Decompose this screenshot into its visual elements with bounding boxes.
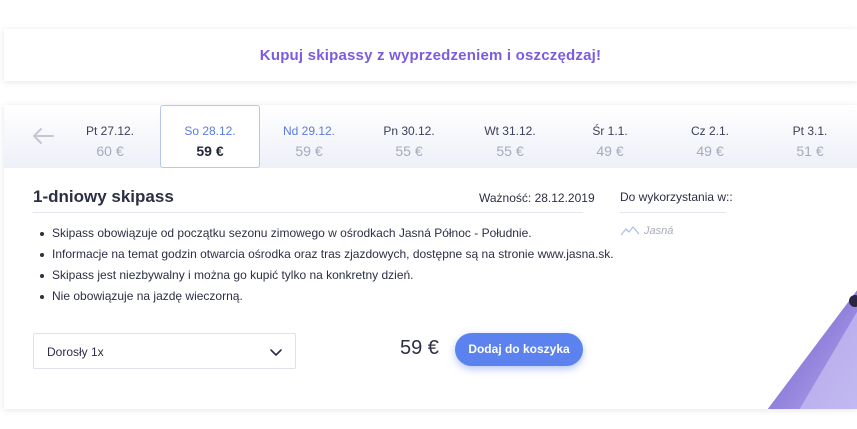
date-label: Cz 2.1. [690, 124, 729, 138]
date-price: 60 € [96, 143, 124, 159]
date-label: Pt 3.1. [792, 124, 828, 138]
usage-title: Do wykorzystania w:: [620, 190, 733, 204]
chevron-down-icon [270, 349, 282, 356]
decorative-ski-image [767, 290, 857, 409]
date-label: Pt 27.12. [85, 124, 135, 138]
list-item: Skipass jest niezbywalny i można go kupi… [40, 265, 614, 286]
date-option[interactable]: Pt 3.1. 51 € [760, 105, 857, 168]
product-price: 59 € [400, 337, 439, 359]
date-label: Nd 29.12. [282, 124, 336, 138]
date-label: So 28.12. [184, 124, 236, 138]
date-price: 49 € [696, 143, 724, 159]
date-option[interactable]: Wt 31.12. 55 € [460, 105, 560, 168]
date-price: 55 € [395, 143, 423, 159]
date-price: 59 € [196, 143, 224, 159]
date-option[interactable]: Śr 1.1. 49 € [560, 105, 660, 168]
date-option[interactable]: Nd 29.12. 59 € [259, 105, 359, 168]
date-label: Śr 1.1. [592, 124, 628, 138]
date-option-selected[interactable]: So 28.12. 59 € [160, 105, 260, 168]
mountain-icon [620, 226, 640, 236]
date-price: 55 € [496, 143, 524, 159]
date-price: 51 € [796, 143, 824, 159]
list-item: Informacje na temat godzin otwarcia ośro… [40, 244, 614, 265]
list-item: Skipass obowiązuje od początku sezonu zi… [40, 223, 614, 244]
resort-item[interactable]: Jasná [620, 225, 673, 237]
product-info-list: Skipass obowiązuje od początku sezonu zi… [40, 223, 614, 307]
banner-text: Kupuj skipassy z wyprzedzeniem i oszczęd… [259, 46, 602, 64]
ticket-type-select[interactable]: Dorosły 1x [33, 333, 296, 369]
date-option[interactable]: Pt 27.12. 60 € [60, 105, 160, 168]
divider [33, 212, 583, 213]
add-to-cart-button[interactable]: Dodaj do koszyka [455, 333, 583, 366]
date-label: Pn 30.12. [383, 124, 435, 138]
promo-banner: Kupuj skipassy z wyprzedzeniem i oszczęd… [4, 29, 857, 81]
date-label: Wt 31.12. [484, 124, 536, 138]
date-option[interactable]: Cz 2.1. 49 € [660, 105, 760, 168]
skipass-card: Pt 27.12. 60 € So 28.12. 59 € Nd 29.12. … [4, 105, 857, 409]
date-selector: Pt 27.12. 60 € So 28.12. 59 € Nd 29.12. … [4, 105, 857, 168]
date-price: 59 € [295, 143, 323, 159]
list-item: Nie obowiązuje na jazdę wieczorną. [40, 286, 614, 307]
select-value: Dorosły 1x [47, 345, 104, 359]
date-price: 49 € [596, 143, 624, 159]
resort-name: Jasná [644, 225, 674, 237]
divider [620, 212, 726, 213]
date-option[interactable]: Pn 30.12. 55 € [359, 105, 459, 168]
product-title: 1-dniowy skipass [33, 187, 174, 206]
arrow-left-icon[interactable] [29, 122, 57, 150]
validity-date: Ważność: 28.12.2019 [479, 191, 595, 205]
